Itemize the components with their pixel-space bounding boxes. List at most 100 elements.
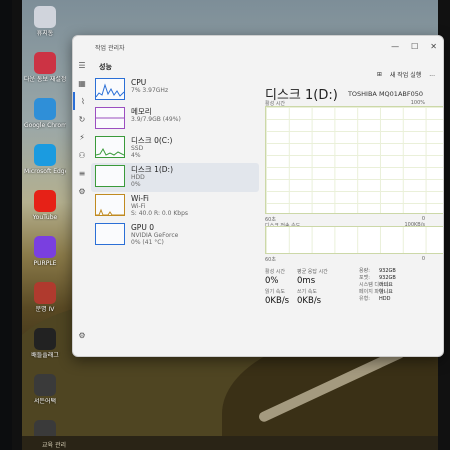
property-row: 포맷: 932GB	[359, 275, 396, 282]
app-icon	[34, 98, 56, 120]
window-controls: — ☐ ✕	[391, 42, 437, 51]
task-manager-window: 작업 관리자 — ☐ ✕ 성능 ⊞ 새 작업 실행 ... ☰ ▦ ⌇ ↻ ⚡ …	[72, 35, 444, 357]
minimize-button[interactable]: —	[391, 42, 399, 51]
desktop-icon[interactable]: PURPLE	[24, 236, 66, 278]
perf-item-usage: 0%	[131, 181, 141, 188]
details-icon[interactable]: ≡	[73, 164, 91, 182]
desktop-icon[interactable]: YouTube	[24, 190, 66, 232]
perf-item-name: CPU	[131, 78, 147, 87]
perf-item-name: GPU 0	[131, 223, 154, 232]
performance-list: CPU 7% 3.97GHz 메모리 3.9/7.9GB (49%) 디스크 0(C:)…	[91, 76, 259, 356]
property-row: 페이지 파일: 아니요	[359, 289, 393, 296]
title-bar[interactable]: 작업 관리자	[73, 36, 443, 58]
app-icon	[34, 144, 56, 166]
graph2-bottom-left: 60초	[265, 257, 276, 263]
perf-item-detail: NVIDIA GeForce	[131, 232, 179, 239]
perf-item-name: 디스크 1(D:)	[131, 165, 174, 174]
desktop-icon[interactable]: 배틀플래그	[24, 328, 66, 370]
users-icon[interactable]: ⚇	[73, 146, 91, 164]
write-speed-label: 쓰기 속도	[297, 289, 317, 295]
perf-item-detail: 7% 3.97GHz	[131, 87, 169, 94]
desktop-icon-label: 배틀플래그	[31, 352, 59, 359]
perf-thumbnail	[95, 223, 125, 245]
perf-item[interactable]: 디스크 0(C:) SSD 4%	[91, 134, 259, 163]
write-speed-value: 0KB/s	[297, 296, 322, 306]
perf-item[interactable]: 메모리 3.9/7.9GB (49%)	[91, 105, 259, 134]
active-time-graph	[265, 106, 443, 214]
services-icon[interactable]: ⚙	[73, 182, 91, 200]
perf-item[interactable]: CPU 7% 3.97GHz	[91, 76, 259, 105]
desktop-icon-label: 문명 IV	[35, 306, 55, 313]
property-row: 시스템 디스크: 아니요	[359, 282, 393, 289]
perf-item-detail: HDD	[131, 174, 145, 181]
graph2-bottom-right: 0	[421, 256, 425, 262]
property-value: 아니요	[379, 282, 393, 288]
sparkline	[96, 208, 124, 215]
perf-item-text: 메모리 3.9/7.9GB (49%)	[131, 107, 181, 123]
sparkline	[96, 83, 124, 98]
perf-item-name: 메모리	[131, 107, 152, 116]
desktop-icon-label: 서든어택	[33, 398, 57, 405]
performance-icon[interactable]: ⌇	[73, 92, 91, 110]
desktop-icon[interactable]: 문명 IV	[24, 282, 66, 324]
desktop-icon[interactable]: 다운 통보 재설정	[24, 52, 66, 94]
perf-thumbnail	[95, 194, 125, 216]
property-value: 932GB	[379, 275, 396, 281]
perf-item-text: CPU 7% 3.97GHz	[131, 78, 168, 94]
desktop-icon-label: 다운 통보 재설정	[24, 76, 66, 83]
perf-item[interactable]: 디스크 1(D:) HDD 0%	[91, 163, 259, 192]
perf-item-detail: Wi-Fi	[131, 203, 146, 210]
nav-rail: ☰ ▦ ⌇ ↻ ⚡ ⚇ ≡ ⚙ ⚙	[73, 56, 91, 356]
property-key: 포맷:	[359, 275, 370, 281]
processes-icon[interactable]: ▦	[73, 74, 91, 92]
property-value: 아니요	[379, 289, 393, 295]
desktop-icons: 휴지통다운 통보 재설정 Google Chrome Microsoft Edge Y…	[24, 6, 66, 450]
perf-thumbnail	[95, 107, 125, 129]
desktop-icon-label: Microsoft Edge	[24, 168, 66, 175]
desktop-icon-label: Google Chrome	[24, 122, 66, 129]
perf-item-name: Wi-Fi	[131, 194, 149, 203]
perf-item-text: GPU 0 NVIDIA GeForce 0% (41 °C)	[131, 223, 178, 246]
property-value: 932GB	[379, 268, 396, 274]
page-title: 성능	[99, 63, 112, 71]
desktop-icon[interactable]: Microsoft Edge	[24, 144, 66, 186]
app-icon	[34, 52, 56, 74]
transfer-rate-graph	[265, 226, 443, 254]
perf-item[interactable]: GPU 0 NVIDIA GeForce 0% (41 °C)	[91, 221, 259, 250]
app-icon	[34, 190, 56, 212]
close-button[interactable]: ✕	[430, 42, 437, 51]
avg-response-value: 0ms	[297, 276, 316, 286]
startup-apps-icon[interactable]: ⚡	[73, 128, 91, 146]
perf-item-text: 디스크 0(C:) SSD 4%	[131, 136, 172, 159]
property-value: HDD	[379, 296, 391, 302]
window-title: 작업 관리자	[95, 44, 125, 52]
perf-item-usage: 0% (41 °C)	[131, 239, 164, 246]
perf-thumbnail	[95, 165, 125, 187]
taskbar-text: 교육 관리	[42, 442, 66, 449]
property-key: 유형:	[359, 296, 370, 302]
desktop-icon[interactable]: 서든어택	[24, 374, 66, 416]
active-time-value: 0%	[265, 276, 279, 286]
perf-item-detail: 3.9/7.9GB (49%)	[131, 116, 181, 123]
taskbar	[22, 436, 438, 450]
app-history-icon[interactable]: ↻	[73, 110, 91, 128]
disk-model: TOSHIBA MQ01ABF050	[347, 90, 423, 98]
perf-item-text: 디스크 1(D:) HDD 0%	[131, 165, 173, 188]
maximize-button[interactable]: ☐	[411, 42, 418, 51]
desktop-icon-label: YouTube	[32, 214, 58, 221]
app-icon	[34, 374, 56, 396]
read-speed-label: 읽기 속도	[265, 289, 285, 295]
perf-item-usage: S: 40.0 R: 0.0 Kbps	[131, 210, 189, 217]
desktop-icon[interactable]: 휴지통	[24, 6, 66, 48]
perf-thumbnail	[95, 136, 125, 158]
property-row: 용량: 932GB	[359, 268, 396, 275]
perf-item[interactable]: Wi-Fi Wi-Fi S: 40.0 R: 0.0 Kbps	[91, 192, 259, 221]
sparkline	[96, 147, 124, 156]
read-speed-value: 0KB/s	[265, 296, 290, 306]
app-icon	[34, 328, 56, 350]
settings-gear-icon[interactable]: ⚙	[73, 326, 91, 344]
app-icon	[34, 236, 56, 258]
desktop-icon[interactable]: Google Chrome	[24, 98, 66, 140]
hamburger-menu-icon[interactable]: ☰	[73, 56, 91, 74]
app-icon	[34, 6, 56, 28]
